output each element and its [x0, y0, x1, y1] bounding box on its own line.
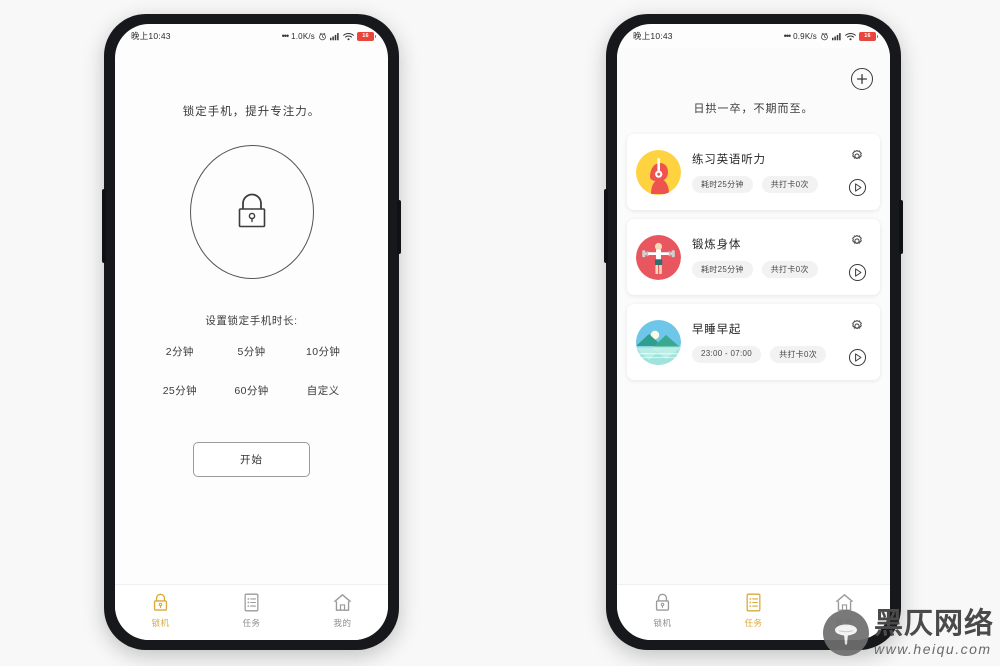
tab-task[interactable]: 任务 — [222, 592, 282, 629]
task-tags: 23:00 - 07:00 共打卡0次 — [692, 346, 844, 363]
battery-indicator: 16 — [357, 31, 376, 41]
duration-options-grid: 2分钟 5分钟 10分钟 25分钟 60分钟 自定义 — [144, 344, 359, 398]
gear-icon[interactable] — [849, 148, 865, 164]
duration-option-25min[interactable]: 25分钟 — [163, 383, 197, 398]
lock-slogan: 锁定手机，提升专注力。 — [182, 104, 321, 118]
task-icon-headphone-head — [636, 149, 681, 195]
list-icon — [746, 593, 761, 612]
task-card[interactable]: 练习英语听力 耗时25分钟 共打卡0次 — [627, 134, 880, 210]
task-tags: 耗时25分钟 共打卡0次 — [692, 176, 844, 193]
phone-device-right: 晚上10:43 ••• 0.9K/s 16 日拱一卒，不期而至。 练习英语听力 … — [604, 14, 903, 650]
task-tag-checkins: 共打卡0次 — [761, 176, 818, 193]
tab-label-lock: 锁机 — [653, 618, 672, 628]
status-indicators: ••• 0.9K/s 16 — [783, 31, 878, 41]
power-button-right[interactable] — [899, 200, 903, 254]
task-tag-checkins: 共打卡0次 — [770, 346, 827, 363]
task-card[interactable]: 早睡早起 23:00 - 07:00 共打卡0次 — [627, 304, 880, 380]
task-screen-body: 日拱一卒，不期而至。 练习英语听力 耗时25分钟 共打卡0次 锻炼身体 耗时25… — [617, 48, 890, 584]
status-bar-left: 晚上10:43 ••• 1.0K/s 16 — [115, 24, 388, 48]
add-task-button[interactable] — [851, 68, 873, 90]
tabbar-right: 锁机 任务 我的 — [617, 584, 890, 640]
task-card[interactable]: 锻炼身体 耗时25分钟 共打卡0次 — [627, 219, 880, 295]
task-title: 早睡早起 — [692, 324, 742, 336]
padlock-icon — [238, 193, 265, 228]
tabbar-left: 锁机 任务 我的 — [115, 584, 388, 640]
play-circle-icon[interactable] — [848, 348, 867, 367]
home-icon — [333, 594, 352, 611]
lock-icon — [153, 593, 168, 611]
gear-icon[interactable] — [849, 233, 865, 249]
status-dots-icon: ••• — [783, 31, 792, 41]
lock-circle-button[interactable] — [189, 145, 314, 279]
task-title: 锻炼身体 — [692, 239, 742, 251]
power-button-left[interactable] — [397, 200, 401, 254]
plus-circle-icon — [856, 73, 868, 85]
duration-option-60min[interactable]: 60分钟 — [234, 383, 268, 398]
tab-label-mine: 我的 — [835, 618, 854, 628]
lock-screen-body: 锁定手机，提升专注力。 设置锁定手机时长: 2分钟 5分钟 10分钟 25分钟 — [115, 48, 388, 584]
tab-lock[interactable]: 锁机 — [131, 592, 191, 629]
volume-button-right[interactable] — [604, 189, 608, 263]
alarm-icon — [821, 32, 828, 40]
task-card-content: 早睡早起 23:00 - 07:00 共打卡0次 — [681, 321, 844, 363]
task-slogan: 日拱一卒，不期而至。 — [693, 103, 814, 115]
task-tag-duration: 耗时25分钟 — [692, 176, 753, 193]
tab-mine[interactable]: 我的 — [313, 592, 373, 629]
tab-task[interactable]: 任务 — [724, 592, 784, 629]
play-circle-icon[interactable] — [848, 263, 867, 282]
battery-indicator: 16 — [859, 31, 878, 41]
task-icon-weightlifter — [636, 234, 681, 280]
task-icon-sunrise-landscape — [636, 319, 681, 365]
tab-mine[interactable]: 我的 — [815, 592, 875, 629]
status-time: 晚上10:43 — [633, 31, 673, 41]
task-title: 练习英语听力 — [692, 154, 766, 166]
signal-icon — [832, 32, 841, 40]
duration-option-custom[interactable]: 自定义 — [307, 383, 340, 398]
task-card-actions — [844, 318, 870, 367]
duration-option-2min[interactable]: 2分钟 — [166, 344, 194, 359]
wifi-icon — [845, 32, 856, 40]
status-indicators: ••• 1.0K/s 16 — [281, 31, 376, 41]
screen-left: 晚上10:43 ••• 1.0K/s 16 锁定手机，提升专注力。 设置锁定手机… — [115, 24, 388, 640]
home-icon — [835, 594, 854, 611]
task-tag-timerange: 23:00 - 07:00 — [692, 346, 762, 363]
task-card-actions — [844, 148, 870, 197]
network-speed: 0.9K/s — [793, 31, 817, 41]
tab-label-mine: 我的 — [333, 618, 352, 628]
task-header: 日拱一卒，不期而至。 — [617, 48, 890, 134]
lock-icon — [655, 593, 670, 611]
status-bar-right: 晚上10:43 ••• 0.9K/s 16 — [617, 24, 890, 48]
volume-button-left[interactable] — [102, 189, 106, 263]
tab-label-task: 任务 — [242, 618, 261, 628]
tab-label-task: 任务 — [744, 618, 763, 628]
task-card-actions — [844, 233, 870, 282]
list-icon — [244, 593, 259, 612]
task-card-content: 锻炼身体 耗时25分钟 共打卡0次 — [681, 236, 844, 278]
gear-icon[interactable] — [849, 318, 865, 334]
status-dots-icon: ••• — [281, 31, 290, 41]
status-time: 晚上10:43 — [131, 31, 171, 41]
alarm-icon — [319, 32, 326, 40]
screen-right: 晚上10:43 ••• 0.9K/s 16 日拱一卒，不期而至。 练习英语听力 … — [617, 24, 890, 640]
duration-title: 设置锁定手机时长: — [205, 315, 298, 327]
watermark-url: www.heiqu.com — [873, 641, 992, 657]
task-tag-duration: 耗时25分钟 — [692, 261, 753, 278]
task-card-content: 练习英语听力 耗时25分钟 共打卡0次 — [681, 151, 844, 193]
task-tags: 耗时25分钟 共打卡0次 — [692, 261, 844, 278]
duration-option-5min[interactable]: 5分钟 — [237, 344, 265, 359]
phone-device-left: 晚上10:43 ••• 1.0K/s 16 锁定手机，提升专注力。 设置锁定手机… — [102, 14, 401, 650]
signal-icon — [330, 32, 339, 40]
start-button[interactable]: 开始 — [193, 442, 310, 477]
screenshot-stage: 晚上10:43 ••• 1.0K/s 16 锁定手机，提升专注力。 设置锁定手机… — [0, 0, 1000, 666]
network-speed: 1.0K/s — [291, 31, 315, 41]
duration-option-10min[interactable]: 10分钟 — [306, 344, 340, 359]
wifi-icon — [343, 32, 354, 40]
play-circle-icon[interactable] — [848, 178, 867, 197]
task-tag-checkins: 共打卡0次 — [761, 261, 818, 278]
tab-label-lock: 锁机 — [151, 618, 170, 628]
tab-lock[interactable]: 锁机 — [633, 592, 693, 629]
